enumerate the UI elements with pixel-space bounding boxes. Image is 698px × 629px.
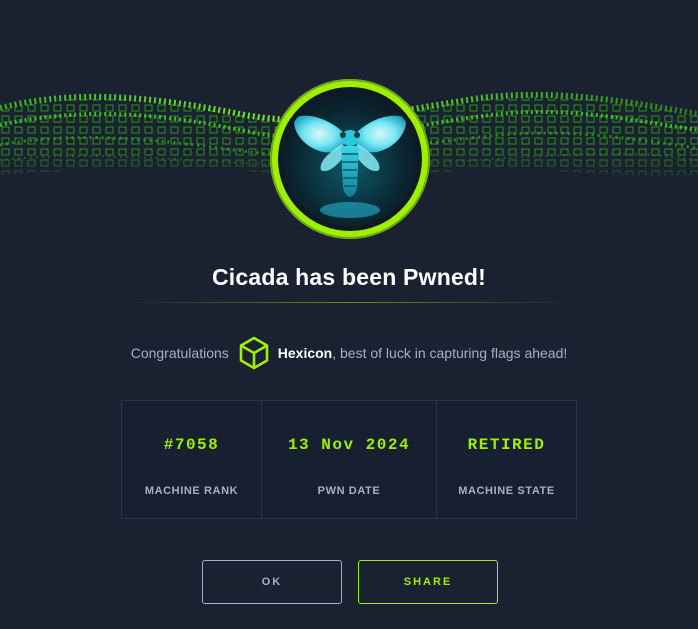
cube-icon (238, 336, 270, 370)
congrats-message: Congratulations Hexicon , best of luck i… (0, 336, 698, 370)
stat-machine-rank: #7058 MACHINE RANK (122, 401, 261, 518)
machine-state-label: MACHINE STATE (458, 485, 555, 497)
congrats-suffix: , best of luck in capturing flags ahead! (332, 345, 568, 361)
share-button[interactable]: SHARE (358, 560, 498, 604)
stat-machine-state: RETIRED MACHINE STATE (436, 401, 576, 518)
machine-state-value: RETIRED (467, 436, 546, 454)
title-divider (125, 302, 575, 303)
pwned-dialog: Cicada has been Pwned! Congratulations H… (0, 0, 698, 629)
cicada-avatar-icon (283, 92, 417, 226)
pwn-date-value: 13 Nov 2024 (287, 436, 411, 454)
stat-pwn-date: 13 Nov 2024 PWN DATE (261, 401, 436, 518)
machine-rank-value: #7058 (163, 436, 220, 454)
username[interactable]: Hexicon (278, 345, 332, 361)
stats-panel: #7058 MACHINE RANK 13 Nov 2024 PWN DATE … (121, 400, 577, 519)
ok-button[interactable]: OK (202, 560, 342, 604)
dialog-title: Cicada has been Pwned! (211, 264, 487, 290)
pwn-date-label: PWN DATE (317, 485, 381, 497)
machine-rank-label: MACHINE RANK (144, 485, 239, 497)
congrats-prefix: Congratulations (130, 345, 229, 361)
